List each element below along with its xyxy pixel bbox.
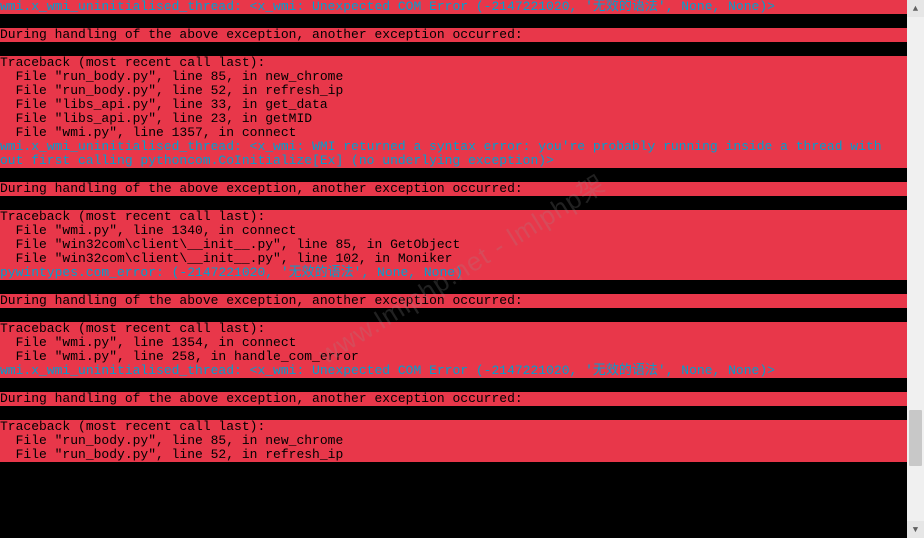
scrollbar-thumb[interactable] (909, 410, 922, 466)
terminal-line: During handling of the above exception, … (0, 294, 907, 308)
terminal-line: During handling of the above exception, … (0, 182, 907, 196)
terminal-line: File "wmi.py", line 1340, in connect (0, 224, 907, 238)
terminal-line: wmi.x_wmi_uninitialised_thread: <x_wmi: … (0, 140, 907, 154)
terminal-line: out first calling pythoncom.CoInitialize… (0, 154, 907, 168)
terminal-line: File "libs_api.py", line 23, in getMID (0, 112, 907, 126)
terminal-line: Traceback (most recent call last): (0, 210, 907, 224)
terminal-line: File "libs_api.py", line 33, in get_data (0, 98, 907, 112)
scrollbar-up-button[interactable]: ▲ (907, 0, 924, 17)
terminal-line: During handling of the above exception, … (0, 28, 907, 42)
terminal-line: File "run_body.py", line 85, in new_chro… (0, 434, 907, 448)
terminal-line: Traceback (most recent call last): (0, 420, 907, 434)
terminal-line: Traceback (most recent call last): (0, 56, 907, 70)
terminal-line (0, 378, 907, 392)
terminal-line: File "wmi.py", line 258, in handle_com_e… (0, 350, 907, 364)
terminal-line: File "wmi.py", line 1357, in connect (0, 126, 907, 140)
scrollbar-track[interactable]: ▲ ▼ (907, 0, 924, 538)
terminal-line: Traceback (most recent call last): (0, 322, 907, 336)
terminal-line (0, 42, 907, 56)
terminal-line: wmi.x_wmi_uninitialised_thread: <x_wmi: … (0, 364, 907, 378)
terminal-line (0, 280, 907, 294)
terminal-line: During handling of the above exception, … (0, 392, 907, 406)
terminal-line: wmi.x_wmi_uninitialised_thread: <x_wmi: … (0, 0, 907, 14)
arrow-up-icon: ▲ (913, 2, 918, 16)
terminal-line: File "run_body.py", line 85, in new_chro… (0, 70, 907, 84)
terminal-line: File "run_body.py", line 52, in refresh_… (0, 84, 907, 98)
terminal-line: pywintypes.com_error: (-2147221020, '无效的… (0, 266, 907, 280)
terminal-output: wmi.x_wmi_uninitialised_thread: <x_wmi: … (0, 0, 907, 538)
arrow-down-icon: ▼ (913, 523, 918, 537)
scrollbar-down-button[interactable]: ▼ (907, 521, 924, 538)
terminal-line: File "run_body.py", line 52, in refresh_… (0, 448, 907, 462)
terminal-line (0, 168, 907, 182)
terminal-line: File "win32com\client\__init__.py", line… (0, 238, 907, 252)
terminal-line (0, 14, 907, 28)
terminal-line: File "win32com\client\__init__.py", line… (0, 252, 907, 266)
terminal-line (0, 308, 907, 322)
terminal-line (0, 196, 907, 210)
terminal-line: File "wmi.py", line 1354, in connect (0, 336, 907, 350)
terminal-line (0, 406, 907, 420)
